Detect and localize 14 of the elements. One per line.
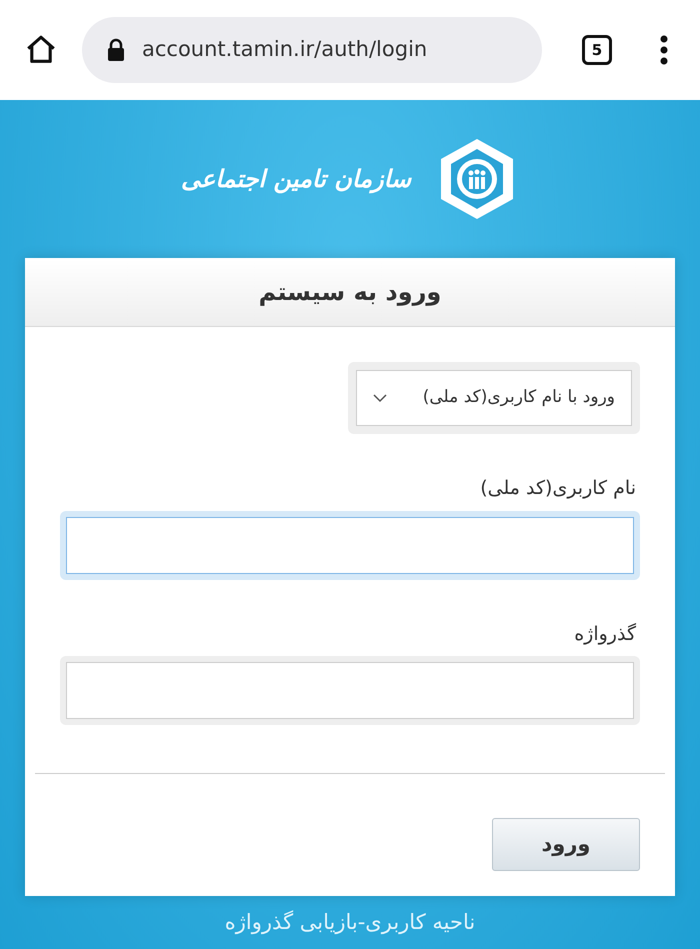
field-label: گذرواژه [573,622,637,647]
address-bar[interactable]: account.tamin.ir/auth/login [82,17,542,83]
more-menu-icon[interactable] [660,35,668,65]
lock-icon [106,38,126,62]
login-button[interactable]: ورود [492,818,640,871]
tab-count-button[interactable]: 5 [582,35,612,65]
field-label: نام کاربری(کد ملی) [479,476,637,501]
chevron-down-icon [373,394,387,402]
url-text: account.tamin.ir/auth/login [142,36,428,64]
login-method-dropdown[interactable]: ورود با نام کاربری(کد ملی) [356,370,632,426]
card-title: ورود به سیستم [258,277,442,308]
text-field[interactable] [66,662,634,719]
text-field[interactable] [66,516,634,574]
logo-text: سازمان تامین اجتماعی [180,164,412,196]
